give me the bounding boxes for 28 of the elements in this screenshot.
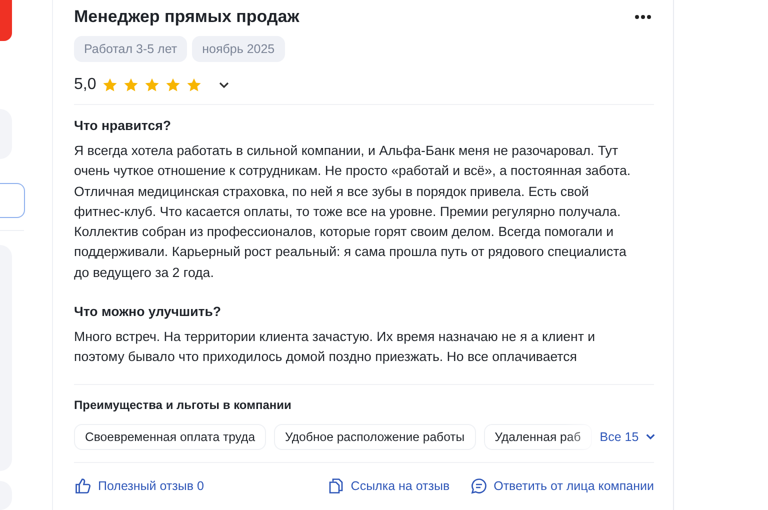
review-paragraph: Я всегда хотела работать в сильной компании, и Альфа-Банк меня не разочаровал. Тут очень чуткое отношение к сотрудникам. Не просто «работай и всё», а постоянная забота. Отличная медицинская страховка, по ней я все зубы в порядок привела. Есть свой фитнес-клуб. Что касается оплаты, то тоже все на уровне. Премии регулярно получала. Коллектив собран из профессионалов, которые горят своим делом. Всегда помогали и поддерживали. Карьерный рост реальный: я сама прошла путь от рядового специалиста до ведущего за 2 года. (74, 142, 632, 282)
section-heading: Что можно улучшить? (74, 303, 222, 322)
rating-score: 5,0 (74, 76, 96, 94)
tag: ноябрь 2025 (192, 36, 285, 62)
thumbs-up-icon (74, 476, 92, 495)
show-all-button[interactable]: Все 15 (600, 430, 656, 444)
star-icon (123, 77, 140, 93)
review-paragraph: Много встреч. На территории клиента зачастую. Их время назначаю не я а клиент и поэтому бывало что приходилось домой поздно приезжать. Но все оплачивается (74, 328, 596, 366)
review-title: Менеджер прямых продаж (74, 6, 300, 28)
copy-icon (326, 476, 345, 495)
star-icon (186, 77, 202, 93)
reply-link[interactable]: Ответить от лица компании (470, 476, 654, 495)
benefit-chip: Удаленная раб (484, 424, 592, 450)
chat-icon (470, 476, 488, 495)
benefit-chip: Удобное расположение работы (274, 424, 476, 450)
chevron-down-icon (644, 431, 656, 442)
benefit-chip: Своевременная оплата труда (74, 424, 266, 450)
logo-block (0, 0, 12, 41)
helpful-link[interactable]: Полезный отзыв 0 (74, 476, 204, 495)
star-icon (102, 77, 118, 93)
section-heading: Что нравится? (74, 117, 172, 135)
tag: Работал 3-5 лет (74, 36, 188, 62)
star-icon (165, 77, 182, 93)
benefits-title: Преимущества и льготы в компании (74, 398, 292, 412)
side-field[interactable] (0, 183, 25, 218)
copy-link[interactable]: Ссылка на отзыв (326, 476, 450, 495)
star-icon (144, 77, 160, 93)
more-icon[interactable] (634, 14, 652, 20)
